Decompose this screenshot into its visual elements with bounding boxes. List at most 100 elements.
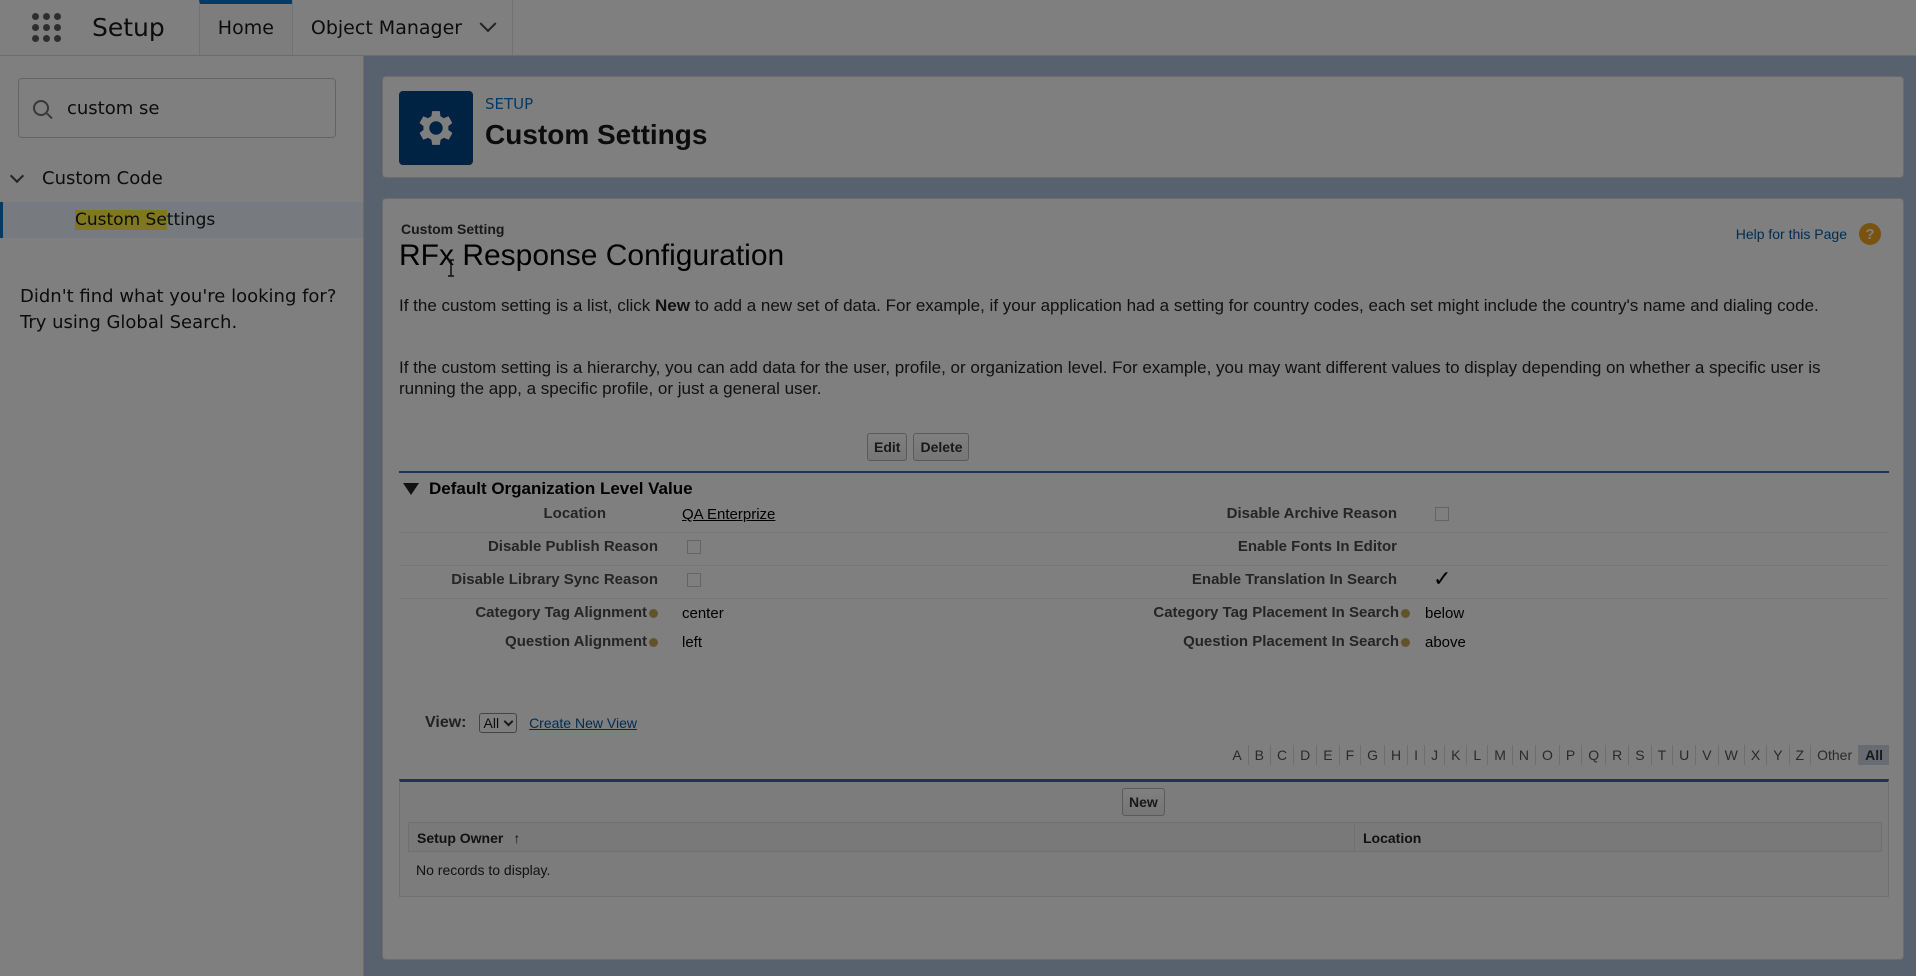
alpha-filter-l[interactable]: L bbox=[1466, 745, 1487, 765]
waffle-icon bbox=[31, 13, 61, 42]
alpha-filter-g[interactable]: G bbox=[1360, 745, 1384, 765]
empty-list-message: No records to display. bbox=[416, 862, 551, 878]
label-text: Category Tag Alignment bbox=[475, 604, 647, 621]
field-value-location[interactable]: QA Enterprize bbox=[682, 506, 775, 523]
quick-find-box[interactable] bbox=[18, 78, 336, 138]
tree-node-label: Custom Code bbox=[42, 168, 163, 189]
alpha-filter-v[interactable]: V bbox=[1695, 745, 1717, 765]
create-new-view-link[interactable]: Create New View bbox=[529, 715, 637, 731]
alpha-filter-o[interactable]: O bbox=[1535, 745, 1559, 765]
tab-object-manager[interactable]: Object Manager bbox=[291, 0, 514, 55]
info-icon[interactable] bbox=[1401, 608, 1410, 618]
alpha-filter-c[interactable]: C bbox=[1270, 745, 1293, 765]
info-icon[interactable] bbox=[1401, 637, 1410, 647]
info-icon[interactable] bbox=[649, 608, 658, 618]
label-text: Question Placement In Search bbox=[1183, 633, 1399, 650]
alphabet-filter: A B C D E F G H I J K L M N O P Q R S T U V W X Y Z Other All bbox=[1226, 745, 1889, 765]
global-nav-bar: Setup Home Object Manager bbox=[0, 0, 1916, 56]
gear-icon bbox=[399, 91, 473, 165]
app-launcher-button[interactable] bbox=[0, 0, 92, 55]
alpha-filter-i[interactable]: I bbox=[1407, 745, 1424, 765]
alpha-filter-s[interactable]: S bbox=[1628, 745, 1650, 765]
field-label-location: Location bbox=[543, 505, 607, 522]
column-header-setup-owner[interactable]: Setup Owner ↑ bbox=[409, 823, 1355, 851]
column-label: Setup Owner bbox=[417, 830, 504, 846]
checkbox-disable-archive bbox=[1435, 507, 1449, 521]
checkbox-disable-library bbox=[687, 573, 701, 587]
alpha-filter-j[interactable]: J bbox=[1424, 745, 1444, 765]
alpha-filter-d[interactable]: D bbox=[1293, 745, 1316, 765]
field-value-question-placement: above bbox=[1425, 634, 1466, 651]
quick-find-input[interactable] bbox=[67, 97, 317, 119]
alpha-filter-t[interactable]: T bbox=[1650, 745, 1673, 765]
tab-object-manager-label: Object Manager bbox=[310, 16, 463, 39]
tree-item-label-rest: ttings bbox=[166, 210, 216, 230]
alpha-filter-all[interactable]: All bbox=[1858, 745, 1889, 765]
delete-button[interactable]: Delete bbox=[913, 433, 970, 461]
not-found-message: Didn't find what you're looking for? Try… bbox=[20, 284, 336, 336]
field-label-disable-library: Disable Library Sync Reason bbox=[451, 571, 658, 588]
tab-home-label: Home bbox=[217, 16, 274, 39]
alpha-filter-w[interactable]: W bbox=[1717, 745, 1744, 765]
alpha-filter-h[interactable]: H bbox=[1384, 745, 1407, 765]
alpha-filter-p[interactable]: P bbox=[1558, 745, 1581, 765]
search-highlight: Custom Se bbox=[75, 210, 167, 230]
field-label-enable-translation: Enable Translation In Search bbox=[1191, 571, 1397, 588]
text-cursor-icon bbox=[448, 259, 454, 277]
para1-text-a: If the custom setting is a list, click bbox=[399, 296, 656, 315]
detail-kicker: Custom Setting bbox=[401, 221, 505, 237]
alpha-filter-a[interactable]: A bbox=[1226, 745, 1247, 765]
chevron-down-icon[interactable] bbox=[479, 14, 497, 32]
column-header-location[interactable]: Location bbox=[1355, 823, 1429, 851]
alpha-filter-z[interactable]: Z bbox=[1788, 745, 1811, 765]
field-value-question-alignment: left bbox=[682, 634, 703, 651]
field-label-question-alignment: Question Alignment bbox=[505, 633, 658, 650]
section-divider bbox=[399, 471, 1889, 473]
field-label-category-tag-alignment: Category Tag Alignment bbox=[475, 604, 658, 621]
field-label-question-placement: Question Placement In Search bbox=[1183, 633, 1410, 650]
sort-ascending-icon: ↑ bbox=[513, 830, 521, 846]
tree-node-custom-code[interactable]: Custom Code bbox=[9, 168, 163, 189]
alpha-filter-n[interactable]: N bbox=[1511, 745, 1535, 765]
alpha-filter-u[interactable]: U bbox=[1672, 745, 1695, 765]
detail-title: RFx Response Configuration bbox=[399, 239, 785, 272]
list-instructions: If the custom setting is a list, click N… bbox=[399, 295, 1879, 316]
chevron-down-icon bbox=[9, 168, 25, 183]
help-link[interactable]: Help for this Page bbox=[1736, 226, 1847, 242]
alpha-filter-q[interactable]: Q bbox=[1581, 745, 1605, 765]
page-header: SETUP Custom Settings bbox=[382, 76, 1904, 178]
detail-buttons: Edit Delete bbox=[867, 433, 970, 461]
alpha-filter-k[interactable]: K bbox=[1444, 745, 1466, 765]
view-select[interactable]: All bbox=[478, 713, 518, 733]
field-value-category-tag-alignment: center bbox=[682, 605, 724, 622]
row-divider bbox=[399, 598, 1889, 599]
alpha-filter-f[interactable]: F bbox=[1338, 745, 1361, 765]
edit-button[interactable]: Edit bbox=[867, 433, 908, 461]
not-found-line-1: Didn't find what you're looking for? bbox=[20, 286, 337, 307]
hierarchy-instructions: If the custom setting is a hierarchy, yo… bbox=[399, 358, 1821, 398]
section-header[interactable]: Default Organization Level Value bbox=[403, 479, 693, 499]
view-select-value: All bbox=[483, 715, 500, 731]
info-icon[interactable] bbox=[649, 637, 658, 647]
help-icon[interactable]: ? bbox=[1859, 223, 1881, 245]
row-divider bbox=[399, 532, 1889, 533]
tab-home[interactable]: Home bbox=[198, 0, 292, 55]
new-button[interactable]: New bbox=[1122, 788, 1165, 816]
alpha-filter-m[interactable]: M bbox=[1487, 745, 1512, 765]
alpha-filter-e[interactable]: E bbox=[1316, 745, 1338, 765]
app-name: Setup bbox=[92, 13, 165, 42]
para1-bold: New bbox=[655, 296, 690, 315]
checkbox-disable-publish bbox=[687, 540, 701, 554]
field-label-category-tag-placement: Category Tag Placement In Search bbox=[1153, 604, 1410, 621]
tree-item-custom-settings[interactable]: Custom Se ttings bbox=[0, 202, 363, 238]
label-text: Category Tag Placement In Search bbox=[1153, 604, 1399, 621]
related-list: New Setup Owner ↑ Location No records to … bbox=[399, 779, 1889, 897]
alpha-filter-x[interactable]: X bbox=[1743, 745, 1766, 765]
alpha-filter-y[interactable]: Y bbox=[1766, 745, 1788, 765]
label-text: Question Alignment bbox=[505, 633, 647, 650]
alpha-filter-other[interactable]: Other bbox=[1810, 745, 1858, 765]
alpha-filter-r[interactable]: R bbox=[1605, 745, 1628, 765]
field-label-enable-fonts: Enable Fonts In Editor bbox=[1237, 538, 1397, 555]
field-label-disable-archive: Disable Archive Reason bbox=[1226, 505, 1397, 522]
alpha-filter-b[interactable]: B bbox=[1247, 745, 1270, 765]
